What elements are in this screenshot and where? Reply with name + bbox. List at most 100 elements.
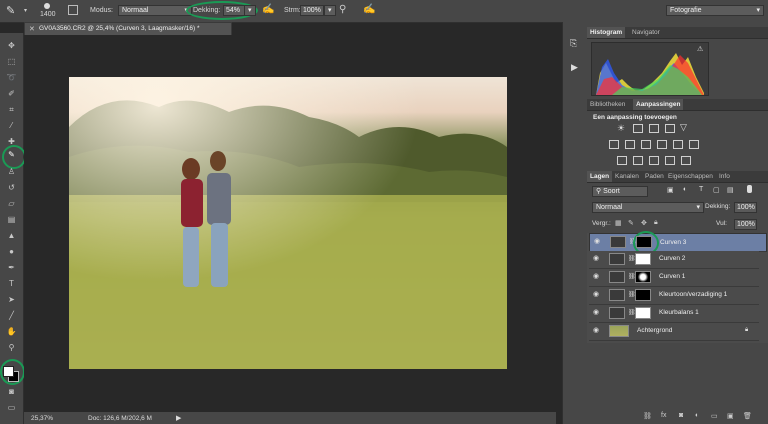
posterize-adjust-icon[interactable] bbox=[633, 156, 643, 165]
tab-navigator[interactable]: Navigator bbox=[629, 27, 663, 38]
new-group-icon[interactable]: ▭ bbox=[711, 412, 718, 420]
layer-filter-select[interactable]: ⚲ Soort bbox=[592, 186, 648, 197]
layer-opacity-field[interactable]: 100% bbox=[734, 202, 757, 213]
quick-select-tool-icon[interactable]: ✐ bbox=[5, 89, 18, 99]
opacity-field[interactable]: 54% bbox=[223, 5, 245, 16]
layer-row-kleurbalans[interactable]: ◉ ⛓ Kleurbalans 1 bbox=[589, 305, 759, 323]
tab-adjustments[interactable]: Aanpassingen bbox=[633, 99, 684, 110]
filter-adjustment-icon[interactable]: ◐ bbox=[683, 186, 687, 193]
layer-mask-thumbnail[interactable] bbox=[635, 253, 651, 265]
lock-all-icon[interactable]: 🔒︎ bbox=[654, 219, 658, 227]
tab-paths[interactable]: Paden bbox=[642, 171, 667, 182]
exposure-adjust-icon[interactable] bbox=[665, 124, 675, 133]
threshold-adjust-icon[interactable] bbox=[649, 156, 659, 165]
hue-sat-adjust-icon[interactable] bbox=[609, 140, 619, 149]
levels-adjust-icon[interactable] bbox=[633, 124, 643, 133]
tab-histogram[interactable]: Histogram bbox=[587, 27, 626, 38]
move-tool-icon[interactable]: ✥ bbox=[5, 41, 18, 51]
document-tab[interactable]: ✕ GV0A3560.CR2 @ 25,4% (Curven 3, Laagma… bbox=[24, 22, 232, 35]
tab-layers[interactable]: Lagen bbox=[587, 171, 613, 182]
fill-field[interactable]: 100% bbox=[734, 219, 757, 230]
canvas-area[interactable] bbox=[24, 35, 556, 410]
filter-smart-object-icon[interactable]: ▤ bbox=[727, 186, 734, 194]
layer-row-curven-2[interactable]: ◉ ⛓ Curven 2 bbox=[589, 251, 759, 269]
airbrush-icon[interactable]: ⚲ bbox=[339, 4, 346, 15]
quick-mask-icon[interactable]: ◙ bbox=[5, 387, 18, 397]
brush-tool-icon[interactable]: ✎ bbox=[5, 150, 18, 160]
layer-mask-thumbnail[interactable] bbox=[635, 307, 651, 319]
clone-stamp-tool-icon[interactable]: ♙ bbox=[5, 167, 18, 177]
new-layer-icon[interactable]: ▣ bbox=[727, 412, 734, 420]
status-menu-arrow-icon[interactable]: ▶ bbox=[176, 414, 181, 422]
screen-mode-icon[interactable]: ▭ bbox=[5, 403, 18, 413]
vibrance-adjust-icon[interactable]: ▽ bbox=[680, 122, 687, 133]
filter-shape-icon[interactable]: ▢ bbox=[713, 186, 720, 194]
layer-style-icon[interactable]: fx bbox=[661, 412, 666, 419]
mode-select[interactable]: Normaal ▾ bbox=[118, 5, 192, 16]
actions-panel-icon[interactable]: ▶ bbox=[571, 62, 578, 73]
layer-row-curven-1[interactable]: ◉ ⛓ Curven 1 bbox=[589, 269, 759, 287]
history-panel-icon[interactable]: ⎘ bbox=[570, 38, 577, 49]
history-brush-tool-icon[interactable]: ↺ bbox=[5, 183, 18, 193]
photo-filter-adjust-icon[interactable] bbox=[657, 140, 667, 149]
gradient-tool-icon[interactable]: ▤ bbox=[5, 215, 18, 225]
close-icon[interactable]: ✕ bbox=[29, 25, 35, 33]
pen-tool-icon[interactable]: ✒ bbox=[5, 263, 18, 273]
channel-mixer-adjust-icon[interactable] bbox=[673, 140, 683, 149]
tab-properties[interactable]: Eigenschappen bbox=[665, 171, 716, 182]
zoom-level[interactable]: 25,37% bbox=[31, 415, 53, 422]
crop-tool-icon[interactable]: ⌗ bbox=[5, 105, 18, 115]
new-adjustment-icon[interactable]: ◐ bbox=[695, 412, 699, 419]
visibility-eye-icon[interactable]: ◉ bbox=[593, 273, 600, 280]
layer-mask-thumbnail[interactable] bbox=[636, 236, 652, 248]
filter-type-icon[interactable]: T bbox=[699, 186, 703, 193]
brush-preset-picker[interactable]: ▾ bbox=[24, 7, 27, 14]
link-layers-icon[interactable]: ⛓ bbox=[643, 412, 652, 420]
marquee-tool-icon[interactable]: ⬚ bbox=[5, 57, 18, 67]
gradient-map-adjust-icon[interactable] bbox=[665, 156, 675, 165]
add-mask-icon[interactable]: ◙ bbox=[679, 412, 683, 419]
flow-field[interactable]: 100% bbox=[300, 5, 324, 16]
tab-info[interactable]: Info bbox=[716, 171, 733, 182]
tab-libraries[interactable]: Bibliotheken bbox=[587, 99, 628, 110]
opacity-dropdown[interactable]: ▾ bbox=[244, 5, 256, 16]
shape-tool-icon[interactable]: ╱ bbox=[5, 311, 18, 321]
lock-transparent-icon[interactable]: ▦ bbox=[615, 219, 622, 227]
dodge-tool-icon[interactable]: ● bbox=[5, 247, 18, 257]
workspace-select[interactable]: Fotografie ▾ bbox=[666, 5, 764, 16]
visibility-eye-icon[interactable]: ◉ bbox=[593, 327, 600, 334]
color-balance-adjust-icon[interactable] bbox=[625, 140, 635, 149]
curves-adjust-icon[interactable] bbox=[649, 124, 659, 133]
layer-mask-thumbnail[interactable] bbox=[635, 271, 651, 283]
pressure-opacity-icon[interactable]: ✍ bbox=[262, 4, 274, 15]
zoom-tool-icon[interactable]: ⚲ bbox=[5, 343, 18, 353]
flow-dropdown[interactable]: ▾ bbox=[324, 5, 336, 16]
blur-tool-icon[interactable]: ▲ bbox=[5, 231, 18, 241]
visibility-eye-icon[interactable]: ◉ bbox=[593, 291, 600, 298]
filter-pixel-icon[interactable]: ▣ bbox=[667, 186, 674, 194]
path-select-tool-icon[interactable]: ➤ bbox=[5, 295, 18, 305]
brightness-adjust-icon[interactable]: ☀ bbox=[617, 123, 625, 134]
lock-position-icon[interactable]: ✥ bbox=[641, 219, 647, 227]
layer-row-achtergrond[interactable]: ◉ Achtergrond 🔒︎ bbox=[589, 323, 759, 341]
selective-color-adjust-icon[interactable] bbox=[681, 156, 691, 165]
photo-canvas[interactable] bbox=[69, 77, 507, 369]
trash-icon[interactable]: 🗑︎ bbox=[743, 412, 752, 420]
visibility-eye-icon[interactable]: ◉ bbox=[593, 255, 600, 262]
lock-pixels-icon[interactable]: ✎ bbox=[628, 219, 634, 227]
eraser-tool-icon[interactable]: ▱ bbox=[5, 199, 18, 209]
layer-row-kleurtoon[interactable]: ◉ ⛓ Kleurtoon/verzadiging 1 bbox=[589, 287, 759, 305]
brush-tool-icon[interactable]: ✎ bbox=[6, 4, 15, 17]
blend-mode-select[interactable]: Normaal ▾ bbox=[592, 202, 704, 213]
lasso-tool-icon[interactable]: ➰ bbox=[5, 73, 18, 83]
eyedropper-tool-icon[interactable]: ⁄ bbox=[5, 121, 18, 131]
visibility-eye-icon[interactable]: ◉ bbox=[594, 238, 601, 245]
type-tool-icon[interactable]: T bbox=[5, 279, 18, 289]
tab-channels[interactable]: Kanalen bbox=[612, 171, 642, 182]
invert-adjust-icon[interactable] bbox=[617, 156, 627, 165]
filter-toggle-icon[interactable] bbox=[747, 185, 752, 193]
brush-panel-icon[interactable] bbox=[68, 5, 78, 15]
black-white-adjust-icon[interactable] bbox=[641, 140, 651, 149]
foreground-color-swatch[interactable] bbox=[3, 366, 14, 377]
visibility-eye-icon[interactable]: ◉ bbox=[593, 309, 600, 316]
